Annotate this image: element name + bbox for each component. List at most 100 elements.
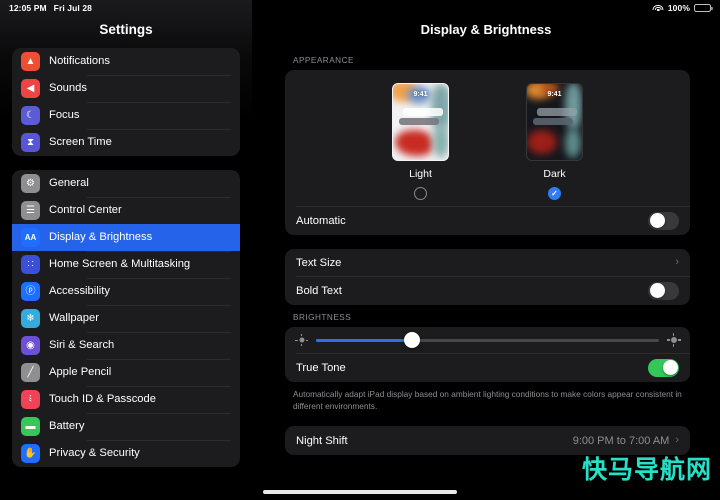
fingerprint-icon: ༴ bbox=[21, 390, 40, 409]
brightness-high-icon bbox=[666, 333, 681, 347]
dark-option-radio[interactable]: ✓ bbox=[548, 187, 561, 200]
text-settings-card: Text Size › Bold Text bbox=[285, 249, 690, 305]
sidebar-item-privacy-security[interactable]: ✋ Privacy & Security bbox=[12, 440, 240, 467]
bell-icon: ▲ bbox=[21, 52, 40, 71]
text-size-icon: AA bbox=[21, 228, 40, 247]
sidebar-item-label: Control Center bbox=[49, 197, 231, 224]
brightness-slider-track[interactable] bbox=[316, 332, 659, 348]
sidebar-item-label: Screen Time bbox=[49, 129, 231, 156]
dark-wallpaper-thumbnail[interactable]: 9:41 bbox=[526, 83, 583, 161]
detail-scroll-area[interactable]: APPEARANCE 9:41 Light 9:41 Dark ✓ Automa… bbox=[252, 48, 720, 500]
status-time: 12:05 PM bbox=[9, 3, 47, 13]
flower-icon: ❄ bbox=[21, 309, 40, 328]
appearance-option-light[interactable]: 9:41 Light bbox=[392, 83, 449, 200]
bold-text-row[interactable]: Bold Text bbox=[285, 276, 690, 305]
bold-text-label: Bold Text bbox=[296, 284, 342, 297]
detail-panel: Display & Brightness APPEARANCE 9:41 Lig… bbox=[252, 0, 720, 500]
true-tone-description: Automatically adapt iPad display based o… bbox=[293, 389, 682, 412]
sidebar-item-control-center[interactable]: ☰ Control Center bbox=[12, 197, 240, 224]
dark-thumbnail-time: 9:41 bbox=[547, 91, 562, 98]
sidebar-item-touch-id-passcode[interactable]: ༴ Touch ID & Passcode bbox=[12, 386, 240, 413]
sidebar-item-label: Apple Pencil bbox=[49, 359, 231, 386]
sidebar-scroll-area[interactable]: ▲ Notifications ◀ Sounds ☾ Focus ⧗ Screen Time … bbox=[0, 48, 252, 500]
brightness-low-icon bbox=[295, 333, 308, 347]
pencil-icon: ╱ bbox=[21, 363, 40, 382]
page-title: Display & Brightness bbox=[420, 22, 552, 37]
text-size-row[interactable]: Text Size › bbox=[285, 249, 690, 276]
sidebar-item-label: Touch ID & Passcode bbox=[49, 386, 231, 413]
sidebar-item-general[interactable]: ⚙ General bbox=[12, 170, 240, 197]
appearance-section-header: APPEARANCE bbox=[293, 56, 354, 65]
sliders-icon: ☰ bbox=[21, 201, 40, 220]
speaker-icon: ◀ bbox=[21, 79, 40, 98]
watermark: 快马导航网 bbox=[581, 455, 712, 484]
sidebar-item-display-brightness[interactable]: AA Display & Brightness bbox=[12, 224, 240, 251]
sidebar-item-sounds[interactable]: ◀ Sounds bbox=[12, 75, 240, 102]
sidebar-item-label: Focus bbox=[49, 102, 231, 129]
sidebar-item-apple-pencil[interactable]: ╱ Apple Pencil bbox=[12, 359, 240, 386]
appearance-picker: 9:41 Light 9:41 Dark ✓ bbox=[285, 70, 690, 206]
sidebar-item-home-screen-multitasking[interactable]: ∷ Home Screen & Multitasking bbox=[12, 251, 240, 278]
sidebar-item-label: Home Screen & Multitasking bbox=[49, 251, 231, 278]
status-bar-right: 100% bbox=[652, 3, 713, 13]
battery-icon: ▬ bbox=[21, 417, 40, 436]
light-thumbnail-time: 9:41 bbox=[413, 91, 428, 98]
automatic-toggle[interactable] bbox=[648, 211, 679, 230]
gear-icon: ⚙ bbox=[21, 174, 40, 193]
sidebar-item-siri-search[interactable]: ◉ Siri & Search bbox=[12, 332, 240, 359]
grid-icon: ∷ bbox=[21, 255, 40, 274]
light-option-label: Light bbox=[409, 168, 432, 180]
night-shift-label: Night Shift bbox=[296, 434, 348, 447]
home-indicator[interactable] bbox=[263, 490, 457, 494]
sidebar-item-label: Privacy & Security bbox=[49, 440, 231, 467]
siri-icon: ◉ bbox=[21, 336, 40, 355]
sidebar-item-label: General bbox=[49, 177, 89, 189]
chevron-right-icon: › bbox=[675, 434, 679, 447]
sidebar-item-notifications[interactable]: ▲ Notifications bbox=[12, 48, 240, 75]
battery-percent-label: 100% bbox=[667, 3, 690, 13]
true-tone-label: True Tone bbox=[296, 361, 346, 374]
battery-icon bbox=[694, 4, 713, 12]
sidebar-item-label: Notifications bbox=[49, 55, 110, 67]
true-tone-toggle[interactable] bbox=[648, 358, 679, 377]
sidebar-item-label: Accessibility bbox=[49, 278, 231, 305]
light-option-radio[interactable] bbox=[414, 187, 427, 200]
wifi-icon bbox=[652, 4, 664, 12]
true-tone-row[interactable]: True Tone bbox=[285, 353, 690, 382]
night-shift-value: 9:00 PM to 7:00 AM bbox=[572, 434, 670, 447]
brightness-slider-row[interactable] bbox=[285, 327, 690, 353]
moon-icon: ☾ bbox=[21, 106, 40, 125]
hand-icon: ✋ bbox=[21, 444, 40, 463]
check-icon: ✓ bbox=[551, 188, 558, 198]
light-wallpaper-thumbnail[interactable]: 9:41 bbox=[392, 83, 449, 161]
status-bar-left: 12:05 PM Fri Jul 28 bbox=[9, 3, 92, 13]
dark-option-label: Dark bbox=[543, 168, 566, 180]
sidebar-item-focus[interactable]: ☾ Focus bbox=[12, 102, 240, 129]
sidebar-group-1: ▲ Notifications ◀ Sounds ☾ Focus ⧗ Screen Time bbox=[12, 48, 240, 156]
automatic-row[interactable]: Automatic bbox=[285, 206, 690, 235]
sidebar-item-screen-time[interactable]: ⧗ Screen Time bbox=[12, 129, 240, 156]
person-icon: ⓟ bbox=[21, 282, 40, 301]
brightness-section-header: BRIGHTNESS bbox=[293, 313, 352, 322]
chevron-right-icon: › bbox=[675, 256, 679, 268]
status-bar: 12:05 PM Fri Jul 28 100% bbox=[0, 0, 720, 16]
settings-sidebar: Settings ▲ Notifications ◀ Sounds ☾ Focus ⧗ Scr… bbox=[0, 0, 252, 500]
text-size-label: Text Size bbox=[296, 256, 342, 269]
appearance-card: 9:41 Light 9:41 Dark ✓ Automatic bbox=[285, 70, 690, 235]
sidebar-item-label: Siri & Search bbox=[49, 332, 231, 359]
sidebar-item-accessibility[interactable]: ⓟ Accessibility bbox=[12, 278, 240, 305]
sidebar-group-2: ⚙ General ☰ Control Center AA Display & Brigh… bbox=[12, 170, 240, 467]
hourglass-icon: ⧗ bbox=[21, 133, 40, 152]
sidebar-item-label: Wallpaper bbox=[49, 305, 231, 332]
sidebar-item-battery[interactable]: ▬ Battery bbox=[12, 413, 240, 440]
sidebar-item-label: Battery bbox=[49, 413, 231, 440]
automatic-label: Automatic bbox=[296, 214, 346, 227]
sidebar-item-wallpaper[interactable]: ❄ Wallpaper bbox=[12, 305, 240, 332]
appearance-option-dark[interactable]: 9:41 Dark ✓ bbox=[526, 83, 583, 200]
ipad-settings-screen: 12:05 PM Fri Jul 28 100% Settings ▲ Notif… bbox=[0, 0, 720, 500]
status-date: Fri Jul 28 bbox=[53, 3, 92, 13]
sidebar-item-label: Sounds bbox=[49, 75, 231, 102]
sidebar-title: Settings bbox=[99, 22, 153, 37]
brightness-card: True Tone bbox=[285, 327, 690, 382]
bold-text-toggle[interactable] bbox=[648, 281, 679, 300]
